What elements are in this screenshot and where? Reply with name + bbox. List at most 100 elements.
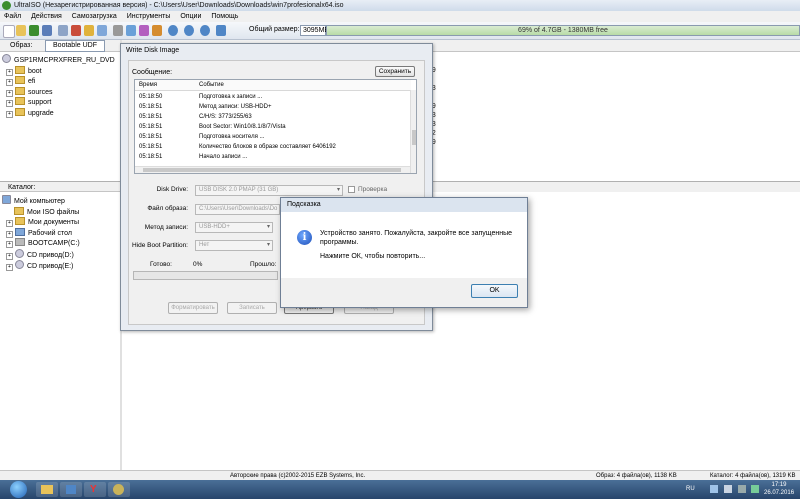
make-cd-icon[interactable] bbox=[113, 25, 123, 36]
tip-message: Устройство занято. Пожалуйста, закройте … bbox=[320, 230, 512, 246]
disk-drive-select[interactable]: USB DISK 2.0 PMAP (31 GB) ▾ bbox=[195, 185, 343, 196]
new-icon[interactable] bbox=[3, 25, 15, 38]
total-size-value: 3095MB bbox=[300, 25, 329, 36]
info-toolbar-icon[interactable] bbox=[184, 25, 194, 36]
taskbar-media-icon[interactable] bbox=[60, 482, 82, 497]
taskbar-folder-icon[interactable] bbox=[36, 482, 58, 497]
new-folder-icon[interactable] bbox=[84, 25, 94, 36]
log-list[interactable]: Время Событие 05:18:50 Подготовка к записи… bbox=[134, 79, 417, 174]
bootable-udf-field[interactable]: Bootable UDF bbox=[45, 40, 105, 52]
mount-icon[interactable] bbox=[152, 25, 162, 36]
desktop-icon bbox=[15, 227, 25, 236]
save-as-icon[interactable] bbox=[42, 25, 52, 36]
info-icon: i bbox=[297, 230, 312, 245]
image-label: Образ: bbox=[10, 42, 33, 49]
status-bar: Авторские права (c)2002-2015 EZB Systems… bbox=[0, 470, 800, 480]
catalog-tree: Мой компьютер Мои ISO файлы + Мои докумен… bbox=[2, 195, 80, 272]
log-row: 05:18:50 Подготовка к записи ... bbox=[139, 94, 263, 100]
folder-icon bbox=[15, 86, 25, 95]
folder-icon bbox=[15, 65, 25, 74]
log-row: 05:18:51 Начало записи ... bbox=[139, 154, 248, 160]
done-value: 0% bbox=[193, 261, 203, 268]
catalog-item-docs[interactable]: + Мои документы bbox=[2, 217, 80, 228]
tray-volume-icon[interactable] bbox=[738, 485, 746, 493]
menu-bootable[interactable]: Самозагрузка bbox=[72, 13, 117, 20]
folder-icon bbox=[15, 107, 25, 116]
tray-language[interactable]: RU bbox=[686, 486, 695, 492]
image-tree-root[interactable]: GSP1RMCPRXFRER_RU_DVD bbox=[2, 54, 115, 66]
folder-icon bbox=[15, 217, 25, 225]
save-log-button[interactable]: Сохранить bbox=[375, 66, 415, 77]
catalog-item-desktop[interactable]: + Рабочий стол bbox=[2, 227, 80, 239]
verify-checkbox[interactable] bbox=[348, 186, 355, 193]
extract-icon[interactable] bbox=[58, 25, 68, 36]
menu-help[interactable]: Помощь bbox=[211, 13, 238, 20]
log-header: Время Событие bbox=[135, 80, 411, 91]
ok-button[interactable]: OK bbox=[471, 284, 518, 298]
catalog-item-d[interactable]: + CD привод(D:) bbox=[2, 248, 80, 261]
write-method-select[interactable]: USB-HDD+ ▾ bbox=[195, 222, 273, 233]
log-horizontal-scrollbar[interactable] bbox=[135, 166, 410, 173]
taskbar-yandex-icon[interactable]: Y bbox=[84, 482, 106, 497]
tray-network-icon[interactable] bbox=[710, 485, 718, 493]
catalog-root[interactable]: Мой компьютер bbox=[2, 195, 80, 207]
chevron-down-icon: ▾ bbox=[336, 187, 340, 193]
tray-usb-icon[interactable] bbox=[724, 485, 732, 493]
exit-icon[interactable] bbox=[216, 25, 226, 36]
menu-actions[interactable]: Действия bbox=[31, 13, 62, 20]
tree-item-upgrade[interactable]: + upgrade bbox=[2, 107, 115, 119]
folder-icon bbox=[15, 97, 25, 105]
menu-tools[interactable]: Инструменты bbox=[127, 13, 171, 20]
help-icon[interactable] bbox=[168, 25, 178, 36]
write-method-label: Метод записи: bbox=[144, 224, 188, 231]
log-row: 05:18:51 Количество блоков в образе соста… bbox=[139, 144, 336, 150]
cd-drive-icon bbox=[15, 248, 24, 258]
catalog-item-c[interactable]: + BOOTCAMP(C:) bbox=[2, 238, 80, 249]
tree-item-boot[interactable]: + boot bbox=[2, 65, 115, 77]
taskbar-ultraiso-icon[interactable] bbox=[108, 482, 130, 497]
disk-drive-label: Disk Drive: bbox=[156, 186, 188, 193]
catalog-item-iso[interactable]: Мои ISO файлы bbox=[2, 206, 80, 218]
tree-item-efi[interactable]: + efi bbox=[2, 76, 115, 87]
menu-file[interactable]: Файл bbox=[4, 13, 21, 20]
tray-clock[interactable]: 17:19 26.07.2016 bbox=[764, 481, 794, 497]
log-row: 05:18:51 C/H/S: 3773/255/63 bbox=[139, 114, 252, 120]
properties-icon[interactable] bbox=[97, 25, 107, 36]
format-button[interactable]: Форматировать bbox=[168, 302, 218, 314]
capacity-bar: 69% of 4.7GB - 1380MB free bbox=[326, 25, 800, 36]
log-vertical-scrollbar[interactable] bbox=[410, 90, 416, 173]
save-icon[interactable] bbox=[29, 25, 39, 36]
column-time: Время bbox=[139, 82, 158, 88]
delete-icon[interactable] bbox=[71, 25, 81, 36]
ultraiso-app-icon bbox=[2, 1, 11, 10]
write-progress-bar bbox=[133, 271, 278, 280]
menu-bar: Файл Действия Самозагрузка Инструменты О… bbox=[0, 11, 800, 22]
verify-label: Проверка bbox=[358, 186, 388, 193]
start-button-icon[interactable] bbox=[10, 481, 27, 498]
folder-icon bbox=[15, 76, 25, 84]
burn-icon[interactable] bbox=[139, 25, 149, 36]
hide-boot-select[interactable]: Нет ▾ bbox=[195, 240, 273, 251]
drive-icon bbox=[15, 238, 25, 246]
compress-icon[interactable] bbox=[126, 25, 136, 36]
tip-dialog-title: Подсказка bbox=[281, 198, 527, 212]
checksum-icon[interactable] bbox=[200, 25, 210, 36]
tree-item-sources[interactable]: + sources bbox=[2, 86, 115, 98]
catalog-item-e[interactable]: + CD привод(E:) bbox=[2, 260, 80, 272]
write-button[interactable]: Записать bbox=[227, 302, 277, 314]
tray-flag-icon[interactable] bbox=[751, 485, 759, 493]
open-icon[interactable] bbox=[16, 25, 26, 36]
elapsed-label: Прошло: bbox=[250, 261, 277, 268]
image-file-input[interactable]: C:\Users\User\Downloads\Do bbox=[195, 204, 280, 215]
cd-icon bbox=[2, 54, 11, 63]
menu-options[interactable]: Опции bbox=[180, 13, 201, 20]
total-size-label: Общий размер: bbox=[249, 26, 300, 33]
log-row: 05:18:51 Boot Sector: Win10/8.1/8/7/Vista bbox=[139, 124, 286, 130]
message-label: Сообщение: bbox=[132, 69, 173, 76]
cd-drive-icon bbox=[15, 260, 24, 269]
log-row: 05:18:51 Подготовка носителя ... bbox=[139, 134, 265, 140]
hide-boot-label: Hide Boot Partition: bbox=[131, 242, 188, 249]
folder-icon bbox=[14, 206, 24, 215]
tree-item-support[interactable]: + support bbox=[2, 97, 115, 108]
computer-icon bbox=[2, 195, 11, 204]
